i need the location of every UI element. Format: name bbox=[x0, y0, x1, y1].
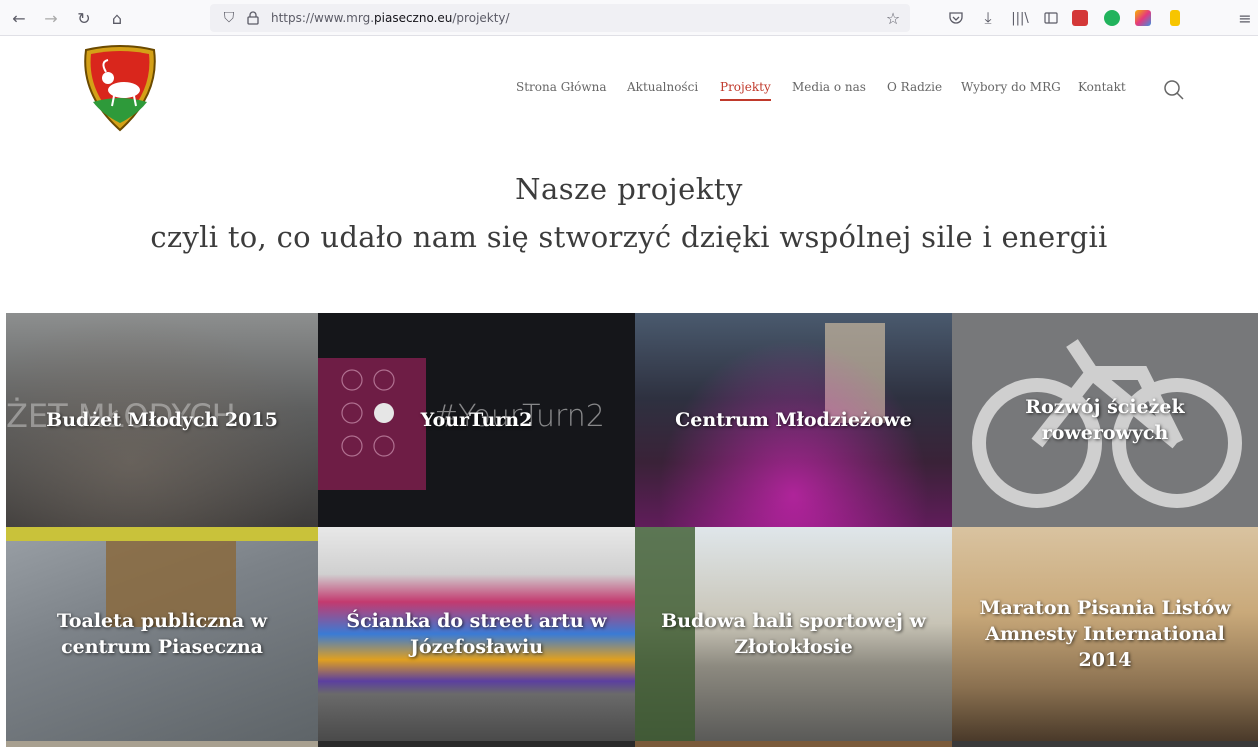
sidebar-icon[interactable] bbox=[1040, 7, 1062, 29]
nav-item-projekty-label: Projekty bbox=[720, 80, 771, 94]
project-tile-row3-1[interactable] bbox=[6, 741, 318, 747]
forward-icon[interactable]: → bbox=[40, 7, 62, 29]
nav-item-projekty[interactable]: Projekty bbox=[720, 80, 771, 101]
url-bar[interactable]: ⛉ https://www.mrg.piaseczno.eu/projekty/… bbox=[210, 4, 910, 32]
home-icon[interactable]: ⌂ bbox=[106, 7, 128, 29]
shield-icon[interactable]: ⛉ bbox=[218, 7, 240, 29]
extension-colorful-icon[interactable] bbox=[1135, 10, 1151, 26]
project-label: Centrum Młodzieżowe bbox=[675, 409, 912, 431]
active-nav-underline bbox=[720, 99, 771, 101]
pocket-icon[interactable] bbox=[945, 7, 967, 29]
project-label: Toaleta publiczna w centrum Piaseczna bbox=[56, 610, 268, 658]
page-subtitle: czyli to, co udało nam się stworzyć dzię… bbox=[150, 220, 1108, 254]
library-icon[interactable]: |||\ bbox=[1009, 7, 1031, 29]
extension-green-icon[interactable] bbox=[1104, 10, 1120, 26]
tile-background-stripe bbox=[6, 527, 318, 541]
menu-icon[interactable]: ≡ bbox=[1234, 7, 1256, 29]
project-tile-row3-4[interactable] bbox=[952, 741, 1258, 747]
reload-icon[interactable]: ↻ bbox=[73, 7, 95, 29]
project-tile-scianka-street-art[interactable]: Ścianka do street artu w Józefosławiu bbox=[318, 527, 635, 741]
nav-item-wybory-do-mrg[interactable]: Wybory do MRG bbox=[961, 80, 1061, 94]
project-label: Maraton Pisania Listów Amnesty Internati… bbox=[979, 597, 1231, 671]
bookmark-star-icon[interactable]: ☆ bbox=[882, 7, 904, 29]
project-tile-sciezki-rowerowe[interactable]: Rozwój ścieżek rowerowych bbox=[952, 313, 1258, 527]
extension-yellow-icon[interactable] bbox=[1170, 10, 1180, 26]
project-tile-hala-sportowa[interactable]: Budowa hali sportowej w Złotokłosie bbox=[635, 527, 952, 741]
project-tile-budzet-mlodych[interactable]: ŻET MŁODYCH Budżet Młodych 2015 bbox=[6, 313, 318, 527]
download-icon[interactable]: ⤓ bbox=[977, 7, 999, 29]
site-logo[interactable] bbox=[78, 44, 162, 134]
project-tile-row3-2[interactable] bbox=[318, 741, 635, 747]
project-tile-maraton-pisania-listow[interactable]: Maraton Pisania Listów Amnesty Internati… bbox=[952, 527, 1258, 741]
project-label: Budowa hali sportowej w Złotokłosie bbox=[661, 610, 926, 658]
project-tile-centrum-mlodziezowe[interactable]: Centrum Młodzieżowe bbox=[635, 313, 952, 527]
project-label: Rozwój ścieżek rowerowych bbox=[1025, 396, 1185, 444]
projects-grid: ŻET MŁODYCH Budżet Młodych 2015 #YourTur… bbox=[6, 313, 1258, 747]
nav-item-kontakt[interactable]: Kontakt bbox=[1078, 80, 1126, 94]
browser-toolbar: ← → ↻ ⌂ ⛉ https://www.mrg.piaseczno.eu/p… bbox=[0, 0, 1258, 36]
project-tile-yourturn2[interactable]: #YourTurn2 YourTurn2 bbox=[318, 313, 635, 527]
nav-item-aktualnosci[interactable]: Aktualności bbox=[627, 80, 698, 94]
project-tile-toaleta-publiczna[interactable]: Toaleta publiczna w centrum Piaseczna bbox=[6, 527, 318, 741]
project-label: Ścianka do street artu w Józefosławiu bbox=[346, 610, 607, 658]
project-label: YourTurn2 bbox=[420, 409, 533, 431]
nav-item-strona-glowna[interactable]: Strona Główna bbox=[516, 80, 607, 94]
back-icon[interactable]: ← bbox=[8, 7, 30, 29]
nav-item-media-o-nas[interactable]: Media o nas bbox=[792, 80, 866, 94]
nav-item-o-radzie[interactable]: O Radzie bbox=[887, 80, 942, 94]
search-icon[interactable] bbox=[1163, 79, 1185, 101]
url-text[interactable]: https://www.mrg.piaseczno.eu/projekty/ bbox=[271, 4, 510, 32]
project-label: Budżet Młodych 2015 bbox=[46, 409, 278, 431]
page-title: Nasze projekty bbox=[515, 172, 743, 206]
lock-icon[interactable] bbox=[242, 7, 264, 29]
project-tile-row3-3[interactable] bbox=[635, 741, 952, 747]
extension-red-icon[interactable] bbox=[1072, 10, 1088, 26]
